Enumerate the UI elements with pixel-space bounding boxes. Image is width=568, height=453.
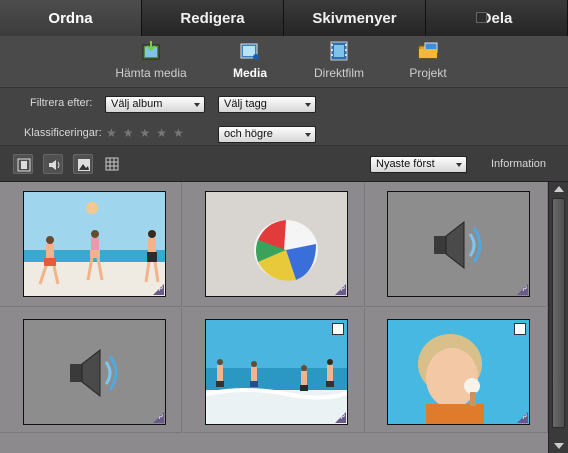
rating-stars[interactable]: ★★★★★ [106,126,190,140]
chevron-down-icon [305,103,311,107]
thumbnail-audio[interactable]: P [387,191,530,297]
sort-select[interactable]: Nyaste först [370,156,467,173]
rating-label: Klassificeringar: [24,127,102,139]
grid-cell: P [0,182,182,307]
scroll-thumb[interactable] [552,198,565,428]
chevron-down-icon [194,103,200,107]
grid-cell: P [0,308,182,433]
speaker-icon [70,348,118,398]
photo-children-beach [24,192,165,296]
film-filter-icon [17,158,31,172]
speaker-icon [434,220,482,270]
tab-dela[interactable]: Dela [426,0,568,36]
download-media-icon [140,40,162,62]
grid-cell: P [366,308,548,433]
thumbnail-boys-surf[interactable]: P [205,319,348,425]
thumbnail-boy-icecream[interactable]: P [387,319,530,425]
grid-view-button[interactable] [105,157,119,176]
photo-beach-ball [206,192,347,296]
photo-badge-icon [514,323,526,335]
film-filter-button[interactable] [13,154,33,174]
filter-label: Filtrera efter: [30,97,93,109]
chevron-down-icon [305,133,311,137]
thumbnail-audio[interactable]: P [23,319,166,425]
tag-select[interactable]: Välj tagg [218,96,316,113]
subnav-projekt[interactable]: Projekt [383,40,473,80]
tab-redigera[interactable]: Redigera [142,0,284,36]
folder-icon [417,40,439,62]
thumbnail-beach-ball[interactable]: P [205,191,348,297]
photo-filter-button[interactable] [73,154,93,174]
photo-badge-icon [332,323,344,335]
chevron-down-icon [456,163,462,167]
grid-cell: P [183,308,365,433]
photo-filter-icon [78,159,90,171]
grid-view-icon [105,157,119,171]
subnav-hamta-media[interactable]: Hämta media [106,40,196,80]
organizer-subnav: Hämta media Media Direktfilm Projekt [0,36,568,88]
scroll-up-icon[interactable] [554,186,564,192]
grid-cell: P [183,182,365,307]
tab-ordna[interactable]: Ordna [0,0,142,36]
audio-filter-button[interactable] [43,154,63,174]
audio-filter-icon [49,160,60,170]
thumbnail-children-beach[interactable]: P [23,191,166,297]
media-grid: P P P P P P [0,182,548,453]
information-label: Information [491,158,547,170]
rating-select[interactable]: och högre [218,126,316,143]
photo-boys-surf [206,320,347,424]
tab-skivmenyer[interactable]: Skivmenyer [284,0,426,36]
scroll-down-icon[interactable] [554,443,564,449]
photo-boy-icecream [388,320,529,424]
grid-scrollbar[interactable] [548,182,568,453]
subnav-media[interactable]: Media [205,40,295,80]
album-select[interactable]: Välj album [105,96,205,113]
film-icon [328,40,350,62]
media-icon [239,40,261,62]
information-checkbox[interactable] [476,12,487,23]
subnav-direktfilm[interactable]: Direktfilm [294,40,384,80]
grid-cell: P [366,182,548,307]
